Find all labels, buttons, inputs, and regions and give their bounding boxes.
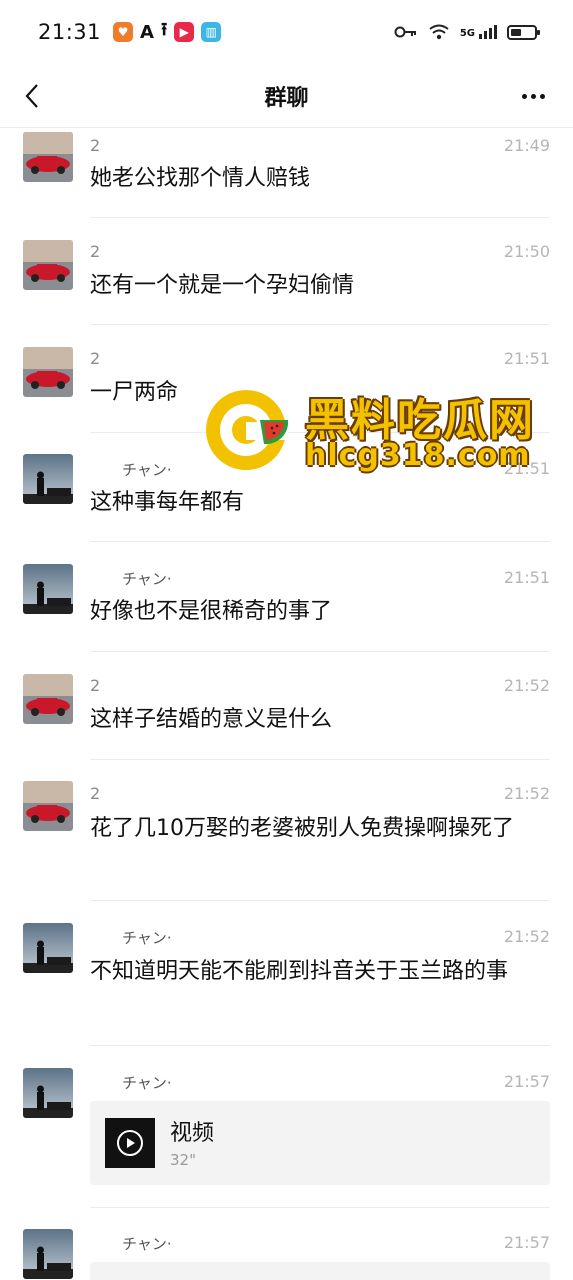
divider: [90, 759, 550, 760]
more-dot-icon: [530, 93, 536, 99]
night-person-avatar[interactable]: [23, 1229, 73, 1279]
sender-name: チャン·: [122, 570, 172, 588]
message-time: 21:50: [503, 242, 550, 261]
night-person-avatar[interactable]: [23, 923, 73, 973]
sender-name: チャン·: [122, 1074, 172, 1092]
divider: [90, 900, 550, 901]
sender-name: 2: [90, 242, 101, 261]
video-card[interactable]: 视频 32": [90, 1101, 550, 1185]
message-time: 21:52: [503, 784, 550, 803]
video-title: 视频: [170, 1121, 215, 1146]
message-text: 花了几10万娶的老婆被别人免费操啊操死了: [90, 816, 514, 841]
sender-name: 2: [90, 784, 101, 803]
chat-header: 群聊: [0, 64, 573, 128]
divider: [90, 324, 550, 325]
more-options-button[interactable]: [515, 78, 551, 114]
message-time: 21:57: [503, 1233, 550, 1252]
play-icon: [117, 1130, 143, 1156]
divider: [90, 1045, 550, 1046]
video-duration: 32": [170, 1151, 196, 1169]
divider: [90, 541, 550, 542]
watermark-url: hlcg318.com: [305, 438, 531, 473]
message-time: 21:51: [503, 568, 550, 587]
video-thumbnail[interactable]: [105, 1118, 155, 1168]
back-arrow-icon: [25, 84, 38, 108]
back-button[interactable]: [14, 78, 50, 114]
watermark-logo-icon: [206, 390, 289, 470]
sender-name: 2: [90, 136, 101, 155]
red-car-avatar[interactable]: [23, 240, 73, 290]
red-car-avatar[interactable]: [23, 132, 73, 182]
message-time: 21:52: [503, 676, 550, 695]
video-card[interactable]: [90, 1262, 550, 1280]
sender-name: 2: [90, 349, 101, 368]
watermark: 黑料吃瓜网 hlcg318.com: [200, 380, 540, 480]
sender-name: チャン·: [122, 1235, 172, 1253]
message-time: 21:52: [503, 927, 550, 946]
divider: [90, 1207, 550, 1208]
sender-name: チャン·: [122, 461, 172, 479]
sender-name: チャン·: [122, 929, 172, 947]
sender-name: 2: [90, 676, 101, 695]
night-person-avatar[interactable]: [23, 564, 73, 614]
night-person-avatar[interactable]: [23, 1068, 73, 1118]
divider: [90, 651, 550, 652]
message-text: 这种事每年都有: [90, 490, 245, 515]
message-text: 还有一个就是一个孕妇偷情: [90, 273, 355, 298]
red-car-avatar[interactable]: [23, 674, 73, 724]
message-text: 不知道明天能不能刷到抖音关于玉兰路的事: [90, 959, 509, 984]
message-time: 21:57: [503, 1072, 550, 1091]
red-car-avatar[interactable]: [23, 347, 73, 397]
message-list[interactable]: 2 21:49 她老公找那个情人赔钱 2 21:50 还有一个就是一个孕妇偷情 …: [0, 0, 573, 1280]
message-time: 21:49: [503, 136, 550, 155]
divider: [90, 217, 550, 218]
message-text: 她老公找那个情人赔钱: [90, 166, 311, 191]
more-dot-icon: [539, 93, 545, 99]
red-car-avatar[interactable]: [23, 781, 73, 831]
message-text: 这样子结婚的意义是什么: [90, 707, 333, 732]
night-person-avatar[interactable]: [23, 454, 73, 504]
message-time: 21:51: [503, 349, 550, 368]
more-dot-icon: [521, 93, 527, 99]
page-title: 群聊: [264, 85, 309, 111]
message-text: 好像也不是很稀奇的事了: [90, 599, 333, 624]
